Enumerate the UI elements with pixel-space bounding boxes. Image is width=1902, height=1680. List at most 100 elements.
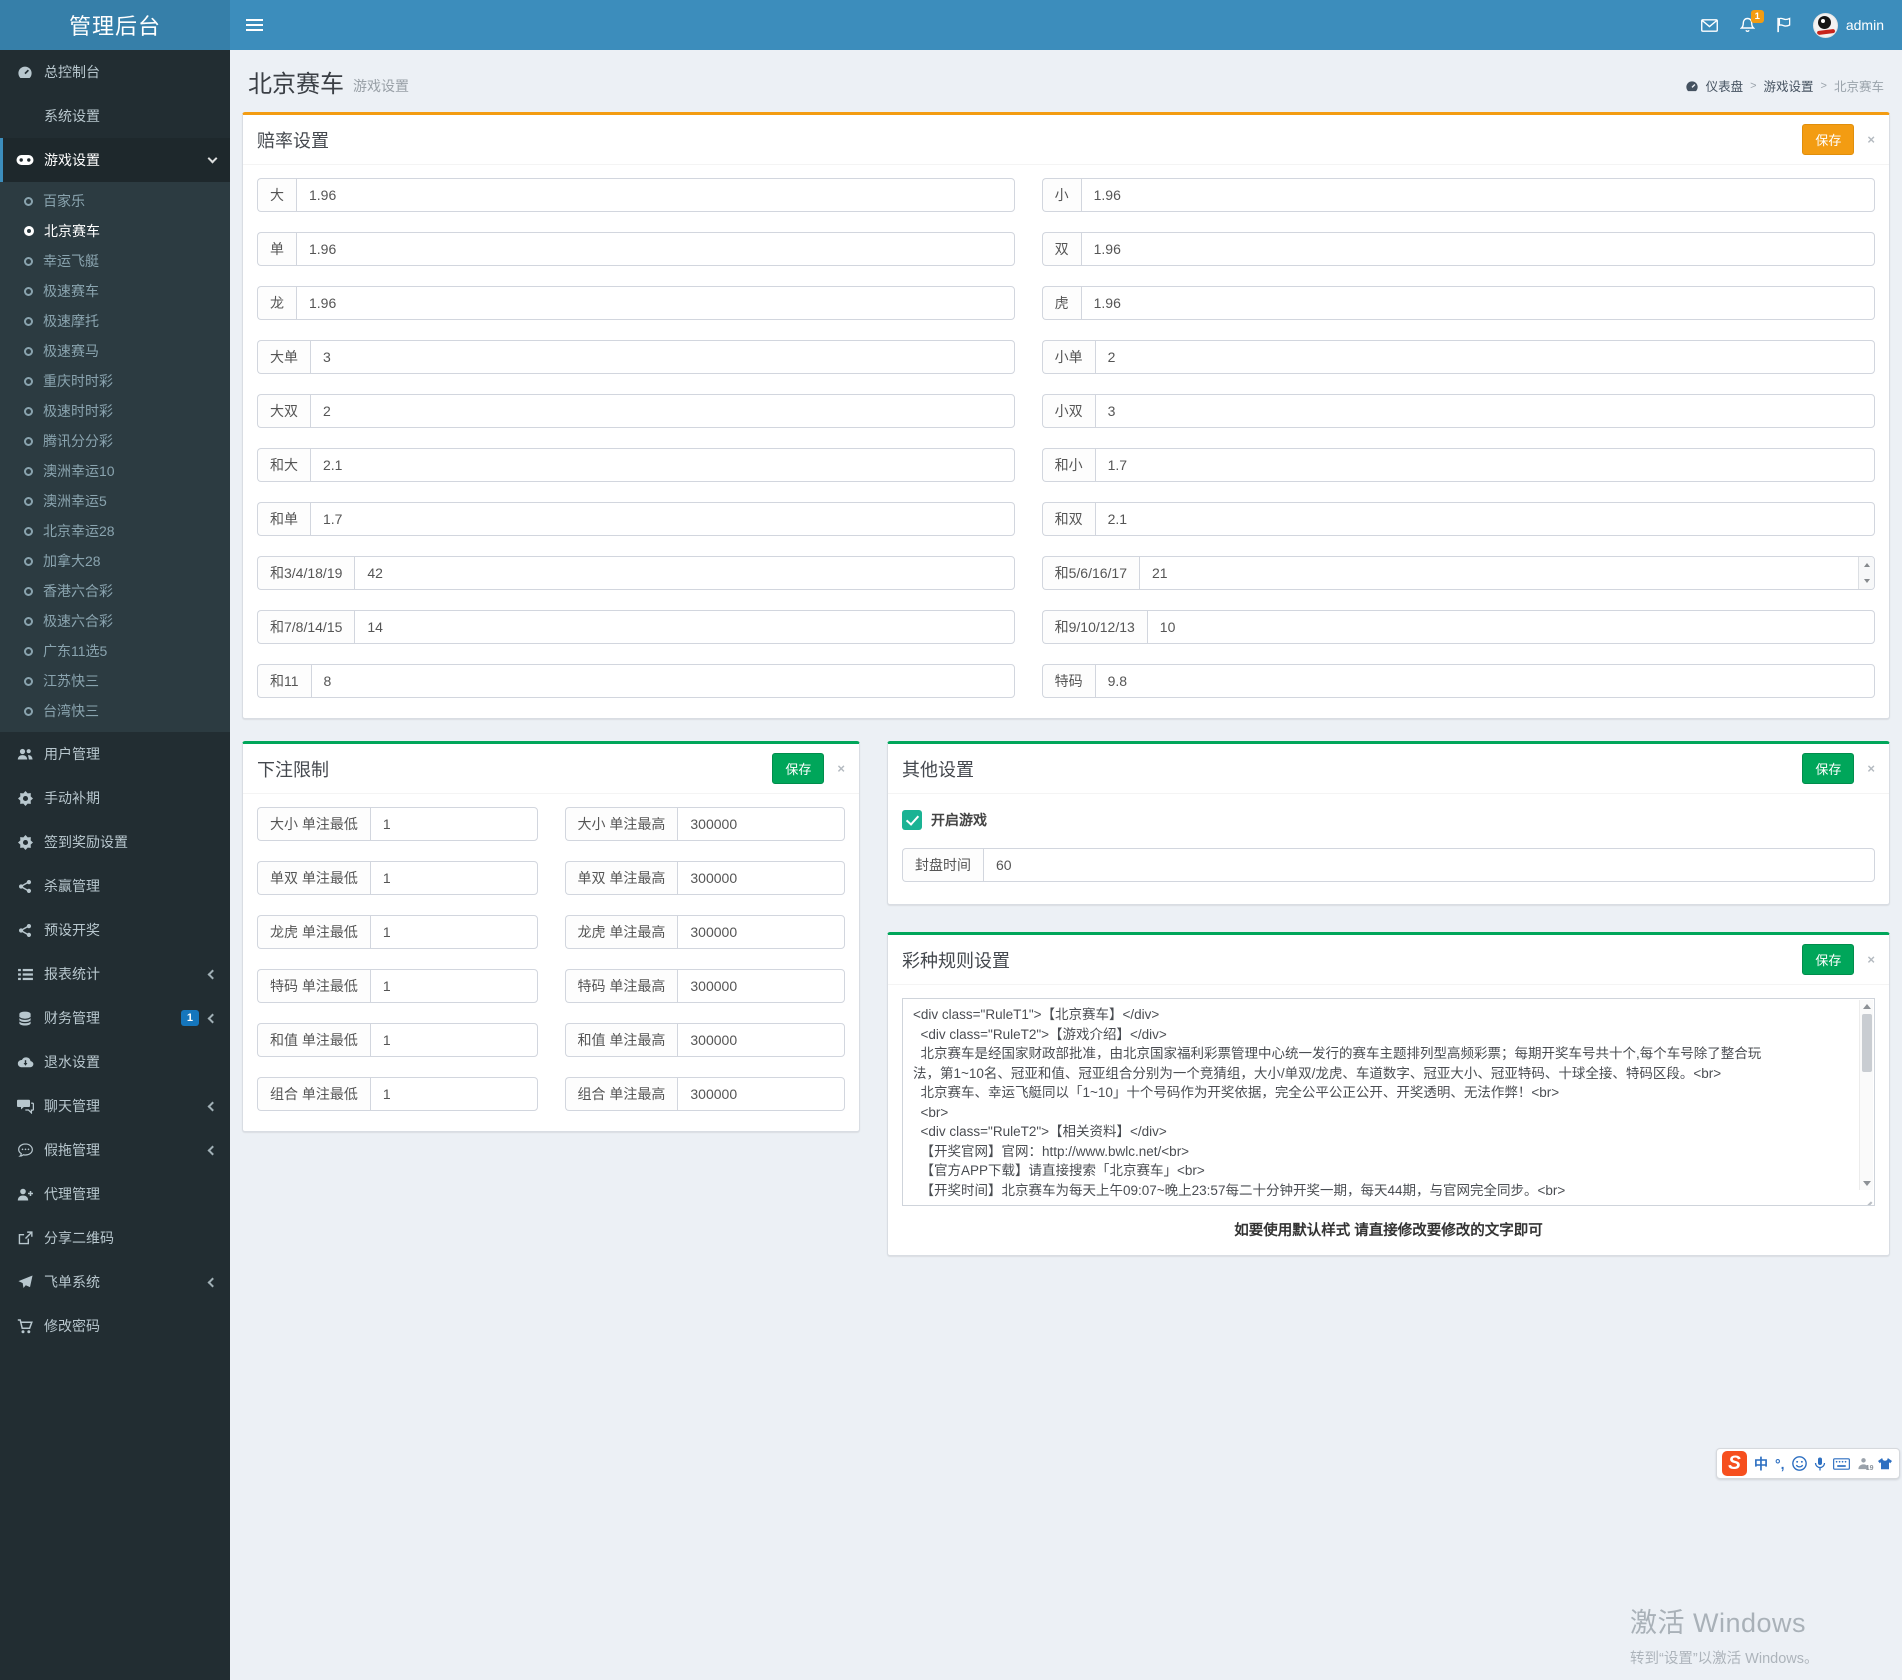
odds-save-button[interactable]: 保存 xyxy=(1802,124,1854,155)
scroll-up-icon[interactable] xyxy=(1860,1000,1873,1013)
sidebar-item[interactable]: 杀赢管理 xyxy=(0,864,230,908)
field-input[interactable] xyxy=(354,610,1014,644)
microphone-icon[interactable] xyxy=(1814,1457,1826,1471)
sidebar-toggle-button[interactable] xyxy=(230,0,279,51)
ime-account-icon[interactable]: 19 xyxy=(1857,1457,1870,1470)
odds-close-icon[interactable]: × xyxy=(1867,132,1875,147)
submenu-item[interactable]: 澳洲幸运10 xyxy=(0,456,230,486)
submenu-item[interactable]: 江苏快三 xyxy=(0,666,230,696)
sidebar-item[interactable]: 签到奖励设置 xyxy=(0,820,230,864)
submenu-item[interactable]: 台湾快三 xyxy=(0,696,230,726)
rules-save-button[interactable]: 保存 xyxy=(1802,944,1854,975)
limits-save-button[interactable]: 保存 xyxy=(772,753,824,784)
skin-tshirt-icon[interactable] xyxy=(1877,1457,1893,1471)
textarea-scrollbar[interactable] xyxy=(1859,1000,1873,1190)
field-input[interactable] xyxy=(370,1077,538,1111)
submenu-item[interactable]: 澳洲幸运5 xyxy=(0,486,230,516)
field-input[interactable] xyxy=(296,286,1015,320)
field-input[interactable] xyxy=(1095,448,1875,482)
submenu-item[interactable]: 北京幸运28 xyxy=(0,516,230,546)
sidebar-item[interactable]: 退水设置 xyxy=(0,1040,230,1084)
field-input[interactable] xyxy=(370,1023,538,1057)
flag-icon[interactable] xyxy=(1777,17,1791,33)
sogou-logo-icon[interactable]: S xyxy=(1722,1451,1747,1476)
breadcrumb-dashboard[interactable]: 仪表盘 xyxy=(1706,76,1744,95)
sidebar-item[interactable]: 报表统计 xyxy=(0,952,230,996)
field-input[interactable] xyxy=(1095,394,1875,428)
submenu-item[interactable]: 腾讯分分彩 xyxy=(0,426,230,456)
sidebar-item[interactable]: 聊天管理 xyxy=(0,1084,230,1128)
submenu-item[interactable]: 极速时时彩 xyxy=(0,396,230,426)
submenu-item[interactable]: 幸运飞艇 xyxy=(0,246,230,276)
field-input[interactable] xyxy=(1081,232,1875,266)
field-input[interactable] xyxy=(1081,178,1875,212)
field-input[interactable] xyxy=(310,502,1015,536)
sidebar-item[interactable]: 财务管理1 xyxy=(0,996,230,1040)
field-input[interactable] xyxy=(1095,664,1875,698)
submenu-item[interactable]: 百家乐 xyxy=(0,186,230,216)
rules-textarea[interactable]: <div class="RuleT1">【北京赛车】</div> <div cl… xyxy=(902,998,1875,1206)
field-input[interactable] xyxy=(310,340,1015,374)
sidebar-item[interactable]: 预设开奖 xyxy=(0,908,230,952)
breadcrumb-game-settings[interactable]: 游戏设置 xyxy=(1764,76,1814,95)
field-input[interactable] xyxy=(296,232,1015,266)
sidebar-item[interactable]: 系统设置 xyxy=(0,94,230,138)
submenu-item[interactable]: 香港六合彩 xyxy=(0,576,230,606)
field-input[interactable] xyxy=(677,807,845,841)
field-input[interactable] xyxy=(677,1023,845,1057)
submenu-item[interactable]: 极速赛马 xyxy=(0,336,230,366)
field-input[interactable] xyxy=(310,394,1015,428)
sidebar-item[interactable]: 假拖管理 xyxy=(0,1128,230,1172)
ime-mode-chinese[interactable]: 中 xyxy=(1754,1454,1768,1474)
field-input[interactable] xyxy=(311,664,1015,698)
field-input[interactable] xyxy=(1139,556,1875,590)
sidebar-item[interactable]: 飞单系统 xyxy=(0,1260,230,1304)
field-input[interactable] xyxy=(370,969,538,1003)
sidebar-item[interactable]: 分享二维码 xyxy=(0,1216,230,1260)
field-input[interactable] xyxy=(1095,340,1875,374)
submenu-item[interactable]: 加拿大28 xyxy=(0,546,230,576)
field-input[interactable] xyxy=(677,915,845,949)
keyboard-icon[interactable] xyxy=(1833,1458,1850,1470)
limits-close-icon[interactable]: × xyxy=(837,761,845,776)
submenu-item[interactable]: 极速赛车 xyxy=(0,276,230,306)
sidebar-item[interactable]: 用户管理 xyxy=(0,732,230,776)
field-input[interactable] xyxy=(370,915,538,949)
field-input[interactable] xyxy=(310,448,1015,482)
sidebar-item[interactable]: 代理管理 xyxy=(0,1172,230,1216)
brand-logo[interactable]: 管理后台 xyxy=(0,0,230,50)
field-input[interactable] xyxy=(677,1077,845,1111)
ime-punctuation[interactable]: °, xyxy=(1775,1456,1785,1472)
other-save-button[interactable]: 保存 xyxy=(1802,753,1854,784)
submenu-item[interactable]: 广东11选5 xyxy=(0,636,230,666)
submenu-item[interactable]: 极速六合彩 xyxy=(0,606,230,636)
emoji-icon[interactable] xyxy=(1792,1456,1807,1471)
sidebar-item[interactable]: 修改密码 xyxy=(0,1304,230,1348)
field-input[interactable] xyxy=(354,556,1014,590)
notifications-icon[interactable]: 1 xyxy=(1740,17,1755,33)
enable-game-checkbox[interactable] xyxy=(902,810,922,830)
rules-close-icon[interactable]: × xyxy=(1867,952,1875,967)
sidebar-item[interactable]: 总控制台 xyxy=(0,50,230,94)
submenu-item-active[interactable]: 北京赛车 xyxy=(0,216,230,246)
field-input[interactable] xyxy=(1081,286,1875,320)
close-time-input[interactable] xyxy=(983,848,1875,882)
field-input[interactable] xyxy=(677,861,845,895)
number-spinner[interactable] xyxy=(1858,557,1874,589)
field-input[interactable] xyxy=(370,861,538,895)
field-input[interactable] xyxy=(677,969,845,1003)
field-input[interactable] xyxy=(370,807,538,841)
field-input[interactable] xyxy=(1095,502,1875,536)
field-input[interactable] xyxy=(296,178,1015,212)
messages-icon[interactable] xyxy=(1701,19,1718,32)
submenu-item[interactable]: 极速摩托 xyxy=(0,306,230,336)
scrollbar-thumb[interactable] xyxy=(1862,1014,1872,1072)
submenu-item[interactable]: 重庆时时彩 xyxy=(0,366,230,396)
user-menu[interactable]: admin xyxy=(1813,13,1884,38)
scroll-down-icon[interactable] xyxy=(1860,1177,1873,1190)
field-input[interactable] xyxy=(1147,610,1875,644)
textarea-resize-grip[interactable] xyxy=(1861,1192,1872,1203)
sidebar-item[interactable]: 游戏设置 xyxy=(0,138,230,182)
sidebar-item[interactable]: 手动补期 xyxy=(0,776,230,820)
other-close-icon[interactable]: × xyxy=(1867,761,1875,776)
